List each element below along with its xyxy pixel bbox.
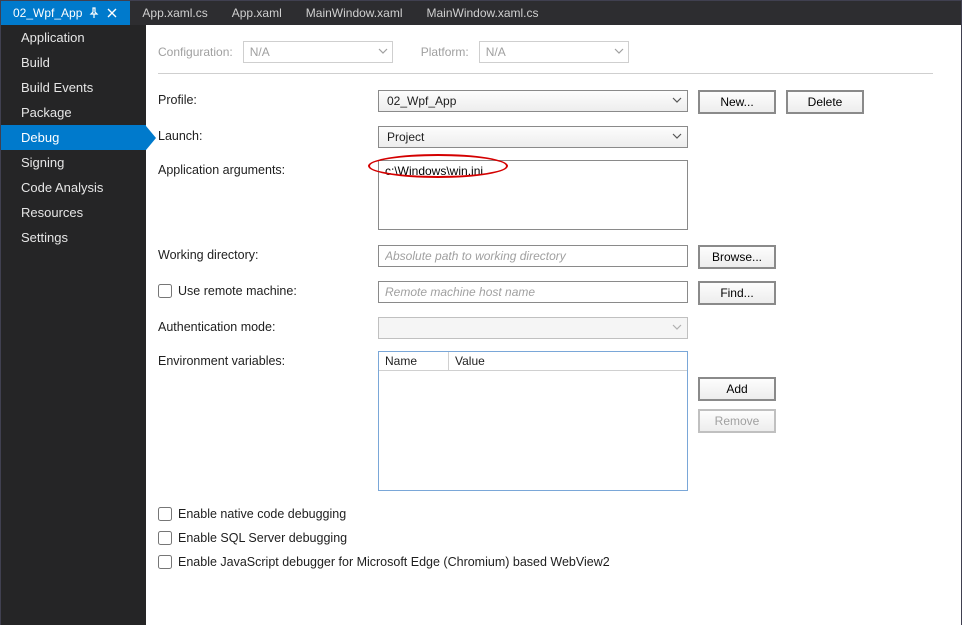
launch-label: Launch:: [158, 126, 378, 143]
sidebar-item-build-events[interactable]: Build Events: [1, 75, 146, 100]
configuration-select: N/A: [243, 41, 393, 63]
use-remote-checkbox[interactable]: [158, 284, 172, 298]
sidebar-item-signing[interactable]: Signing: [1, 150, 146, 175]
row-auth-mode: Authentication mode:: [158, 317, 933, 339]
browse-button[interactable]: Browse...: [698, 245, 776, 269]
platform-value: N/A: [486, 45, 506, 59]
sidebar-item-build[interactable]: Build: [1, 50, 146, 75]
tab[interactable]: App.xaml.cs: [130, 1, 219, 25]
find-button[interactable]: Find...: [698, 281, 776, 305]
sidebar-item-code-analysis[interactable]: Code Analysis: [1, 175, 146, 200]
configuration-label: Configuration:: [158, 45, 233, 59]
sidebar: Application Build Build Events Package D…: [1, 25, 146, 625]
close-icon[interactable]: [106, 7, 118, 19]
chevron-down-icon: [672, 130, 682, 144]
launch-value: Project: [387, 130, 424, 144]
tab-label: 02_Wpf_App: [13, 6, 82, 20]
chevron-down-icon: [672, 94, 682, 108]
tab-label: MainWindow.xaml.cs: [426, 6, 538, 20]
tab[interactable]: MainWindow.xaml.cs: [414, 1, 550, 25]
row-app-args: Application arguments:: [158, 160, 933, 233]
sql-debug-label: Enable SQL Server debugging: [178, 531, 347, 545]
env-vars-grid[interactable]: Name Value: [378, 351, 688, 491]
configuration-value: N/A: [250, 45, 270, 59]
tab-active[interactable]: 02_Wpf_App: [1, 1, 130, 25]
env-grid-header: Name Value: [379, 352, 687, 371]
remove-button: Remove: [698, 409, 776, 433]
sidebar-item-resources[interactable]: Resources: [1, 200, 146, 225]
row-env-vars: Environment variables: Name Value Add Re…: [158, 351, 933, 491]
row-profile: Profile: 02_Wpf_App New... Delete: [158, 90, 933, 114]
app-args-label: Application arguments:: [158, 160, 378, 177]
chevron-down-icon: [672, 321, 682, 335]
divider: [158, 73, 933, 74]
content-panel: Configuration: N/A Platform: N/A Profile…: [146, 25, 961, 625]
auth-mode-label: Authentication mode:: [158, 317, 378, 334]
auth-mode-select: [378, 317, 688, 339]
native-debug-checkbox[interactable]: [158, 507, 172, 521]
js-debug-label: Enable JavaScript debugger for Microsoft…: [178, 555, 610, 569]
tab[interactable]: App.xaml: [220, 1, 294, 25]
new-button[interactable]: New...: [698, 90, 776, 114]
config-row: Configuration: N/A Platform: N/A: [158, 41, 933, 63]
chevron-down-icon: [614, 45, 624, 59]
pin-icon[interactable]: [88, 7, 100, 19]
launch-select[interactable]: Project: [378, 126, 688, 148]
working-dir-label: Working directory:: [158, 245, 378, 262]
platform-select: N/A: [479, 41, 629, 63]
platform-label: Platform:: [421, 45, 469, 59]
tab-label: MainWindow.xaml: [306, 6, 403, 20]
native-debug-label: Enable native code debugging: [178, 507, 346, 521]
tab[interactable]: MainWindow.xaml: [294, 1, 415, 25]
sql-debug-checkbox[interactable]: [158, 531, 172, 545]
bottom-checks: Enable native code debugging Enable SQL …: [158, 507, 933, 569]
env-name-header[interactable]: Name: [379, 352, 449, 370]
row-working-dir: Working directory: Browse...: [158, 245, 933, 269]
chevron-down-icon: [378, 45, 388, 59]
sidebar-item-application[interactable]: Application: [1, 25, 146, 50]
main-area: Application Build Build Events Package D…: [1, 25, 961, 625]
row-launch: Launch: Project: [158, 126, 933, 148]
profile-label: Profile:: [158, 90, 378, 107]
env-value-header[interactable]: Value: [449, 352, 687, 370]
use-remote-label: Use remote machine:: [178, 284, 297, 298]
app-args-input[interactable]: [378, 160, 688, 230]
profile-select[interactable]: 02_Wpf_App: [378, 90, 688, 112]
sidebar-item-package[interactable]: Package: [1, 100, 146, 125]
delete-button[interactable]: Delete: [786, 90, 864, 114]
row-remote: Use remote machine: Find...: [158, 281, 933, 305]
working-dir-input[interactable]: [378, 245, 688, 267]
sidebar-item-debug[interactable]: Debug: [1, 125, 146, 150]
tab-label: App.xaml.cs: [142, 6, 207, 20]
env-vars-label: Environment variables:: [158, 351, 378, 368]
remote-host-input: [378, 281, 688, 303]
tab-label: App.xaml: [232, 6, 282, 20]
sidebar-item-settings[interactable]: Settings: [1, 225, 146, 250]
js-debug-checkbox[interactable]: [158, 555, 172, 569]
profile-value: 02_Wpf_App: [387, 94, 456, 108]
tab-bar: 02_Wpf_App App.xaml.cs App.xaml MainWind…: [1, 1, 961, 25]
add-button[interactable]: Add: [698, 377, 776, 401]
